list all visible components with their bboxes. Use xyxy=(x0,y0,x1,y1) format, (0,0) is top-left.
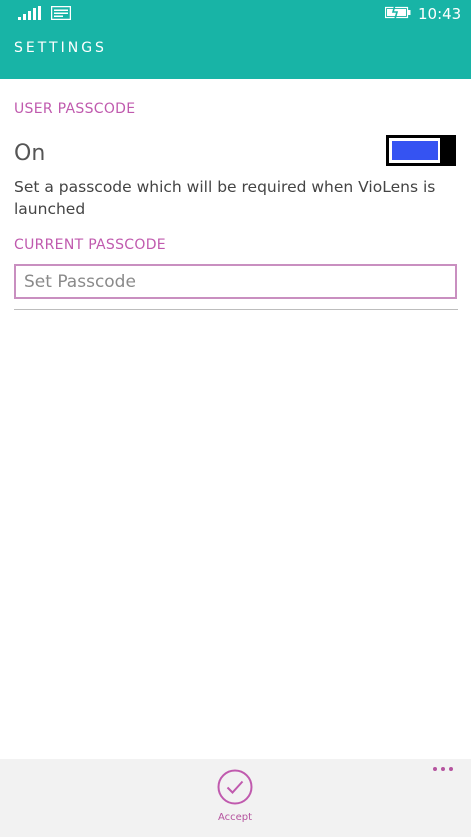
passcode-input[interactable] xyxy=(14,264,457,299)
accept-label: Accept xyxy=(217,812,253,823)
settings-screen: 10:43 SETTINGS USER PASSCODE On Set a pa… xyxy=(0,0,471,837)
status-bar: 10:43 xyxy=(0,0,471,28)
check-circle-icon xyxy=(217,769,253,805)
battery-charging-icon xyxy=(385,5,411,19)
passcode-description: Set a passcode which will be required wh… xyxy=(14,178,436,218)
toggle-fill xyxy=(392,141,438,160)
signal-strength-icon xyxy=(18,6,41,20)
status-time: 10:43 xyxy=(418,5,462,23)
header-bar: 10:43 SETTINGS xyxy=(0,0,471,79)
passcode-toggle-switch[interactable] xyxy=(386,135,456,166)
toggle-knob[interactable] xyxy=(440,135,456,166)
current-passcode-section-label: CURRENT PASSCODE xyxy=(14,237,166,253)
message-icon xyxy=(51,6,71,20)
page-title: SETTINGS xyxy=(14,40,107,56)
accept-button[interactable]: Accept xyxy=(210,767,260,831)
toggle-state-label: On xyxy=(14,141,46,166)
app-bar: Accept xyxy=(0,759,471,837)
divider xyxy=(14,309,458,310)
user-passcode-section-label: USER PASSCODE xyxy=(14,101,136,117)
more-ellipsis-icon[interactable] xyxy=(429,761,459,777)
